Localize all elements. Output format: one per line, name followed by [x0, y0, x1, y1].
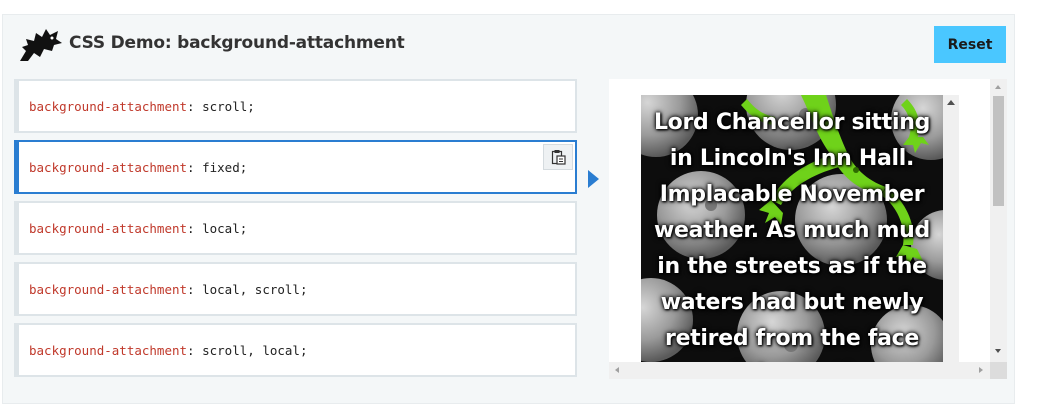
option-value: scroll, local; [202, 342, 308, 358]
example-text: Lord Chancellor sitting in Lincoln's Inn… [653, 110, 931, 363]
option-local-scroll[interactable]: background-attachment: local, scroll; [14, 262, 577, 316]
option-scroll-local[interactable]: background-attachment: scroll, local; [14, 323, 577, 377]
page-title: CSS Demo: background-attachment [69, 33, 405, 53]
option-local[interactable]: background-attachment: local; [14, 201, 577, 255]
scroll-up-icon[interactable] [995, 85, 1001, 89]
example-scrollbar[interactable] [943, 95, 959, 363]
copy-button[interactable] [543, 144, 573, 170]
scroll-up-icon[interactable] [947, 100, 955, 105]
option-property: background-attachment [29, 159, 188, 175]
option-property: background-attachment [29, 98, 188, 114]
output-panel: Lord Chancellor sitting in Lincoln's Inn… [609, 79, 1007, 379]
option-value: local; [202, 220, 248, 236]
selected-arrow-icon [588, 170, 599, 188]
scroll-right-icon[interactable] [979, 367, 983, 373]
scroll-left-icon[interactable] [615, 367, 619, 373]
option-property: background-attachment [29, 281, 188, 297]
option-value: fixed; [202, 159, 248, 175]
option-fixed[interactable]: background-attachment: fixed; [14, 140, 577, 194]
scrollbar-thumb[interactable] [993, 96, 1004, 206]
option-list: background-attachment: scroll; backgroun… [14, 79, 578, 384]
scroll-down-icon[interactable] [995, 349, 1001, 353]
demo-frame: CSS Demo: background-attachment Reset ba… [2, 14, 1015, 404]
option-scroll[interactable]: background-attachment: scroll; [14, 79, 577, 133]
output-horizontal-scrollbar[interactable] [609, 362, 990, 379]
clipboard-icon [551, 150, 566, 165]
example-element[interactable]: Lord Chancellor sitting in Lincoln's Inn… [641, 95, 959, 363]
option-property: background-attachment [29, 220, 188, 236]
option-value: local, scroll; [202, 281, 308, 297]
scrollbar-corner [990, 362, 1007, 379]
option-value: scroll; [202, 98, 255, 114]
dinosaur-logo-icon [20, 29, 62, 61]
reset-button[interactable]: Reset [934, 26, 1006, 63]
output-vertical-scrollbar[interactable] [990, 79, 1007, 362]
option-property: background-attachment [29, 342, 188, 358]
